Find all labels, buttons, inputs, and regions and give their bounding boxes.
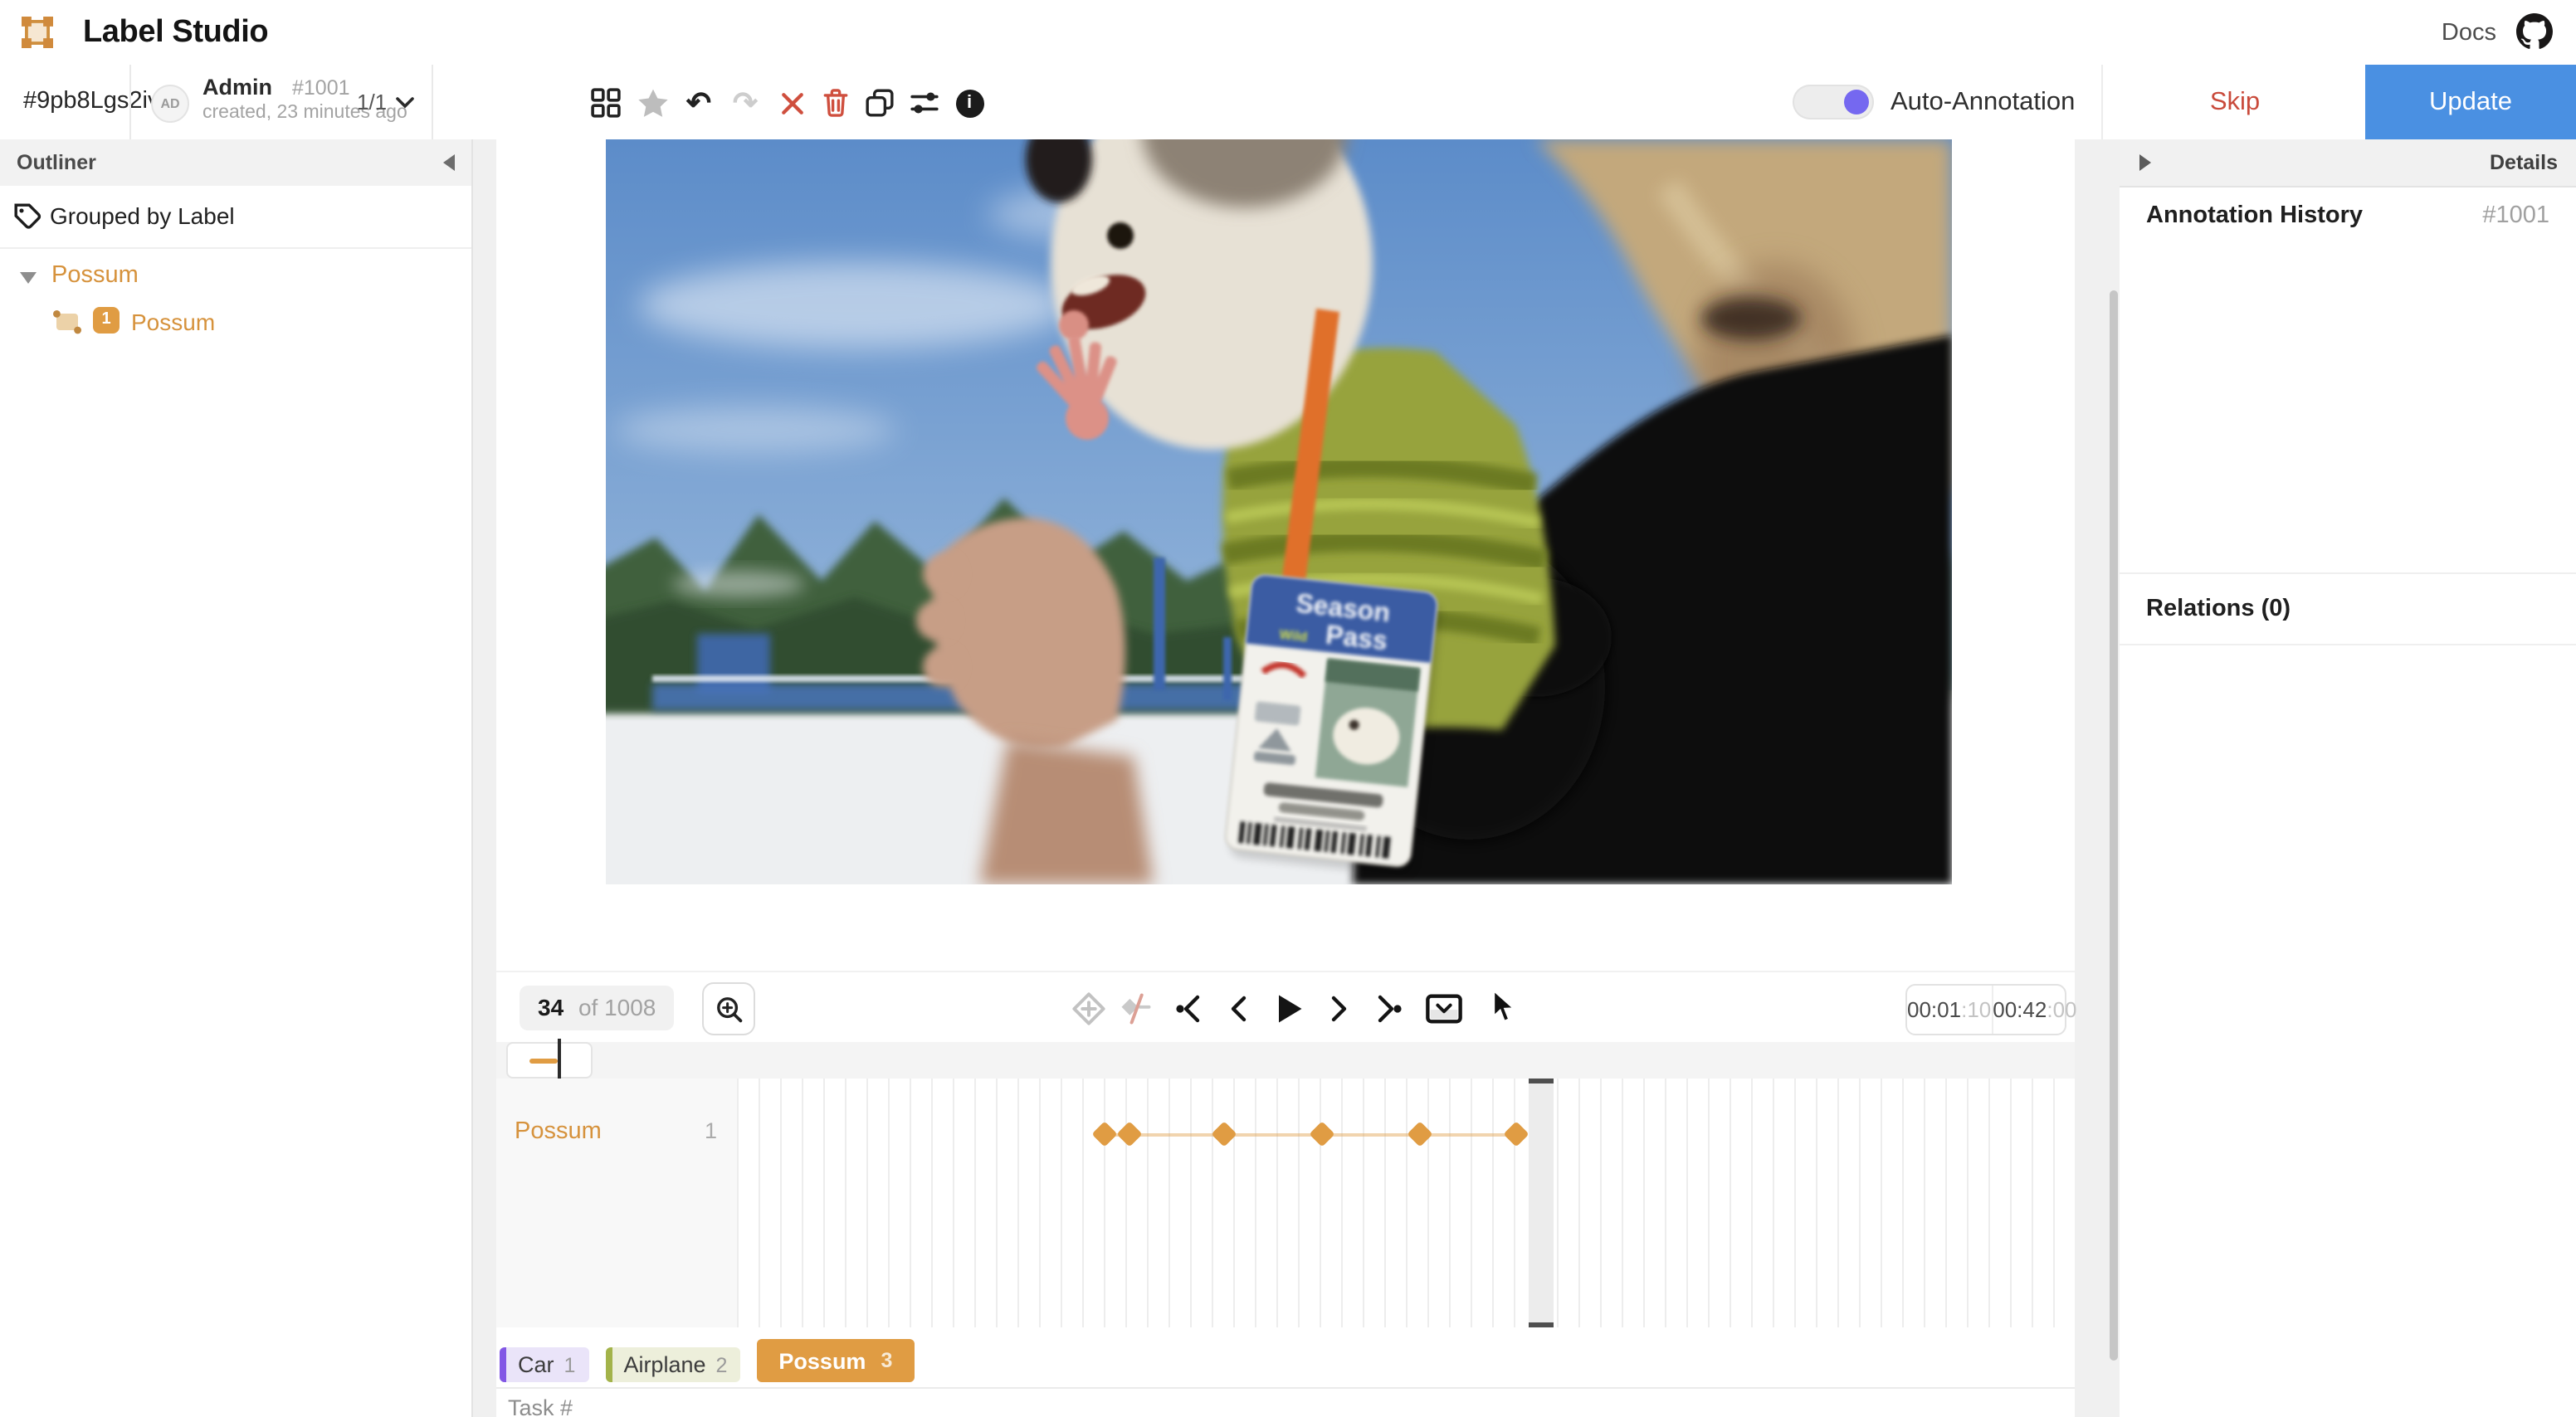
skip-button[interactable]: Skip [2101, 65, 2367, 139]
time-position[interactable]: 00:01:10 [1907, 986, 1993, 1034]
github-icon[interactable] [2516, 13, 2553, 50]
task-bar: #9pb8Lgs2iv AD Admin #1001 created, 23 m… [0, 65, 2576, 141]
video-badge: Season Pass Wild [1223, 574, 1442, 876]
auto-annotation-toggle[interactable] [1793, 85, 1874, 119]
time-display: 00:01:10 00:42:00 [1905, 984, 2066, 1035]
video-frame[interactable]: Season Pass Wild [606, 139, 1952, 884]
duplicate-button[interactable] [860, 83, 900, 123]
timeline: Possum 1 [496, 1079, 2075, 1327]
details-panel: Details Annotation History #1001 Relatio… [2120, 139, 2576, 1417]
outliner-header: Outliner [0, 139, 471, 186]
divider [496, 1387, 2075, 1389]
timeline-grid[interactable] [737, 1079, 2075, 1327]
keyframe-diamond[interactable] [1211, 1121, 1237, 1147]
label-studio-window: Label Studio Docs #9pb8Lgs2iv AD Admin #… [0, 0, 2576, 1417]
grouping-label: Grouped by Label [50, 186, 235, 247]
divider [432, 65, 433, 139]
toggle-timeline-button[interactable] [1422, 987, 1466, 1030]
toggle-knob [1844, 90, 1869, 114]
expand-panel-icon[interactable] [2139, 154, 2151, 171]
annotation-id: #1001 [292, 76, 350, 100]
update-button[interactable]: Update [2365, 65, 2576, 139]
timeline-playhead[interactable] [1529, 1079, 1554, 1327]
divider [2120, 644, 2576, 645]
collapse-group-icon[interactable] [20, 272, 37, 284]
frame-counter[interactable]: 34 of 1008 [520, 986, 674, 1030]
track-label[interactable]: Possum [515, 1118, 602, 1145]
seeker-viewport[interactable] [506, 1042, 593, 1079]
tag-icon [13, 202, 41, 231]
label-chip-airplane[interactable]: Airplane 2 [605, 1347, 740, 1382]
zoom-in-icon [715, 995, 743, 1023]
chevron-down-icon[interactable] [395, 96, 415, 110]
task-id: #9pb8Lgs2iv [23, 65, 160, 139]
auto-annotation-label: Auto-Annotation [1891, 65, 2075, 139]
settings-sliders-button[interactable] [905, 83, 944, 123]
outliner-title: Outliner [0, 151, 96, 174]
timeline-seeker[interactable] [496, 1042, 2075, 1079]
star-button[interactable] [632, 83, 672, 123]
region-thumbnail-icon [51, 309, 83, 335]
region-index-badge: 1 [93, 307, 120, 334]
timeline-track-labels: Possum 1 [496, 1079, 737, 1327]
seeker-keyframe-range [529, 1059, 558, 1064]
next-frame-button[interactable] [1316, 987, 1359, 1030]
track-count: 1 [705, 1118, 717, 1143]
info-button[interactable]: i [949, 83, 989, 123]
total-frames: of 1008 [578, 994, 656, 1020]
collapse-panel-icon[interactable] [443, 154, 455, 171]
grouping-selector[interactable]: Grouped by Label [0, 186, 471, 249]
redo-button[interactable]: ↷ [725, 83, 765, 123]
tree-item-possum-region[interactable]: 1 Possum [0, 305, 471, 345]
region-label: Possum [131, 309, 215, 335]
keyframe-diamond[interactable] [1309, 1121, 1334, 1147]
video-controls: 34 of 1008 [496, 971, 2075, 1044]
keyframe-diamond[interactable] [1504, 1121, 1530, 1147]
label-chip-possum[interactable]: Possum 3 [757, 1339, 914, 1382]
page-body: Outliner Grouped by Label Possum 1 [0, 139, 2576, 1417]
tree-group-label: Possum [51, 262, 139, 289]
svg-text:Pass: Pass [1325, 620, 1389, 656]
seeker-playhead[interactable] [558, 1039, 561, 1082]
prev-keyframe-button[interactable] [1168, 987, 1212, 1030]
delete-button[interactable] [815, 83, 855, 123]
keyframe-diamond[interactable] [1407, 1121, 1432, 1147]
annotation-card: Season Pass Wild [496, 139, 2075, 1417]
task-number-label: Task # [508, 1395, 573, 1417]
label-chips-row: Car 1 Airplane 2 Possum 3 [500, 1336, 930, 1382]
vertical-scrollbar[interactable] [2110, 290, 2118, 1361]
grid-view-button[interactable] [586, 83, 626, 123]
details-title: Details [2490, 139, 2558, 186]
avatar[interactable]: AD [151, 85, 189, 123]
annotation-pager: 1/1 [357, 65, 387, 139]
tree-group-possum[interactable]: Possum [0, 259, 471, 299]
label-chip-car[interactable]: Car 1 [500, 1347, 588, 1382]
relations-title: Relations (0) [2146, 596, 2291, 622]
undo-button[interactable]: ↶ [679, 83, 719, 123]
zoom-in-button[interactable] [702, 982, 755, 1035]
prev-frame-button[interactable] [1218, 987, 1261, 1030]
cancel-button[interactable] [772, 83, 812, 123]
keyframe-remove-button[interactable] [1114, 987, 1157, 1030]
current-frame: 34 [538, 994, 564, 1020]
details-header: Details [2120, 139, 2576, 187]
play-button[interactable] [1266, 987, 1310, 1030]
top-bar: Label Studio Docs [0, 0, 2576, 66]
svg-text:Wild: Wild [1279, 628, 1308, 645]
annotation-history-title: Annotation History [2146, 202, 2363, 229]
outliner-panel: Outliner Grouped by Label Possum 1 [0, 139, 473, 1417]
docs-link[interactable]: Docs [2442, 0, 2496, 65]
annotation-history-id: #1001 [2482, 202, 2549, 229]
next-keyframe-button[interactable] [1366, 987, 1409, 1030]
keyframe-diamond[interactable] [1092, 1121, 1118, 1147]
keyframe-diamond[interactable] [1116, 1121, 1142, 1147]
divider [2120, 572, 2576, 574]
divider [129, 65, 131, 139]
app-title: Label Studio [83, 0, 268, 65]
user-name: Admin [202, 75, 272, 100]
keyframe-add-button[interactable] [1067, 987, 1110, 1030]
label-studio-logo-icon [22, 17, 53, 48]
time-duration: 00:42:00 [1993, 986, 2076, 1034]
